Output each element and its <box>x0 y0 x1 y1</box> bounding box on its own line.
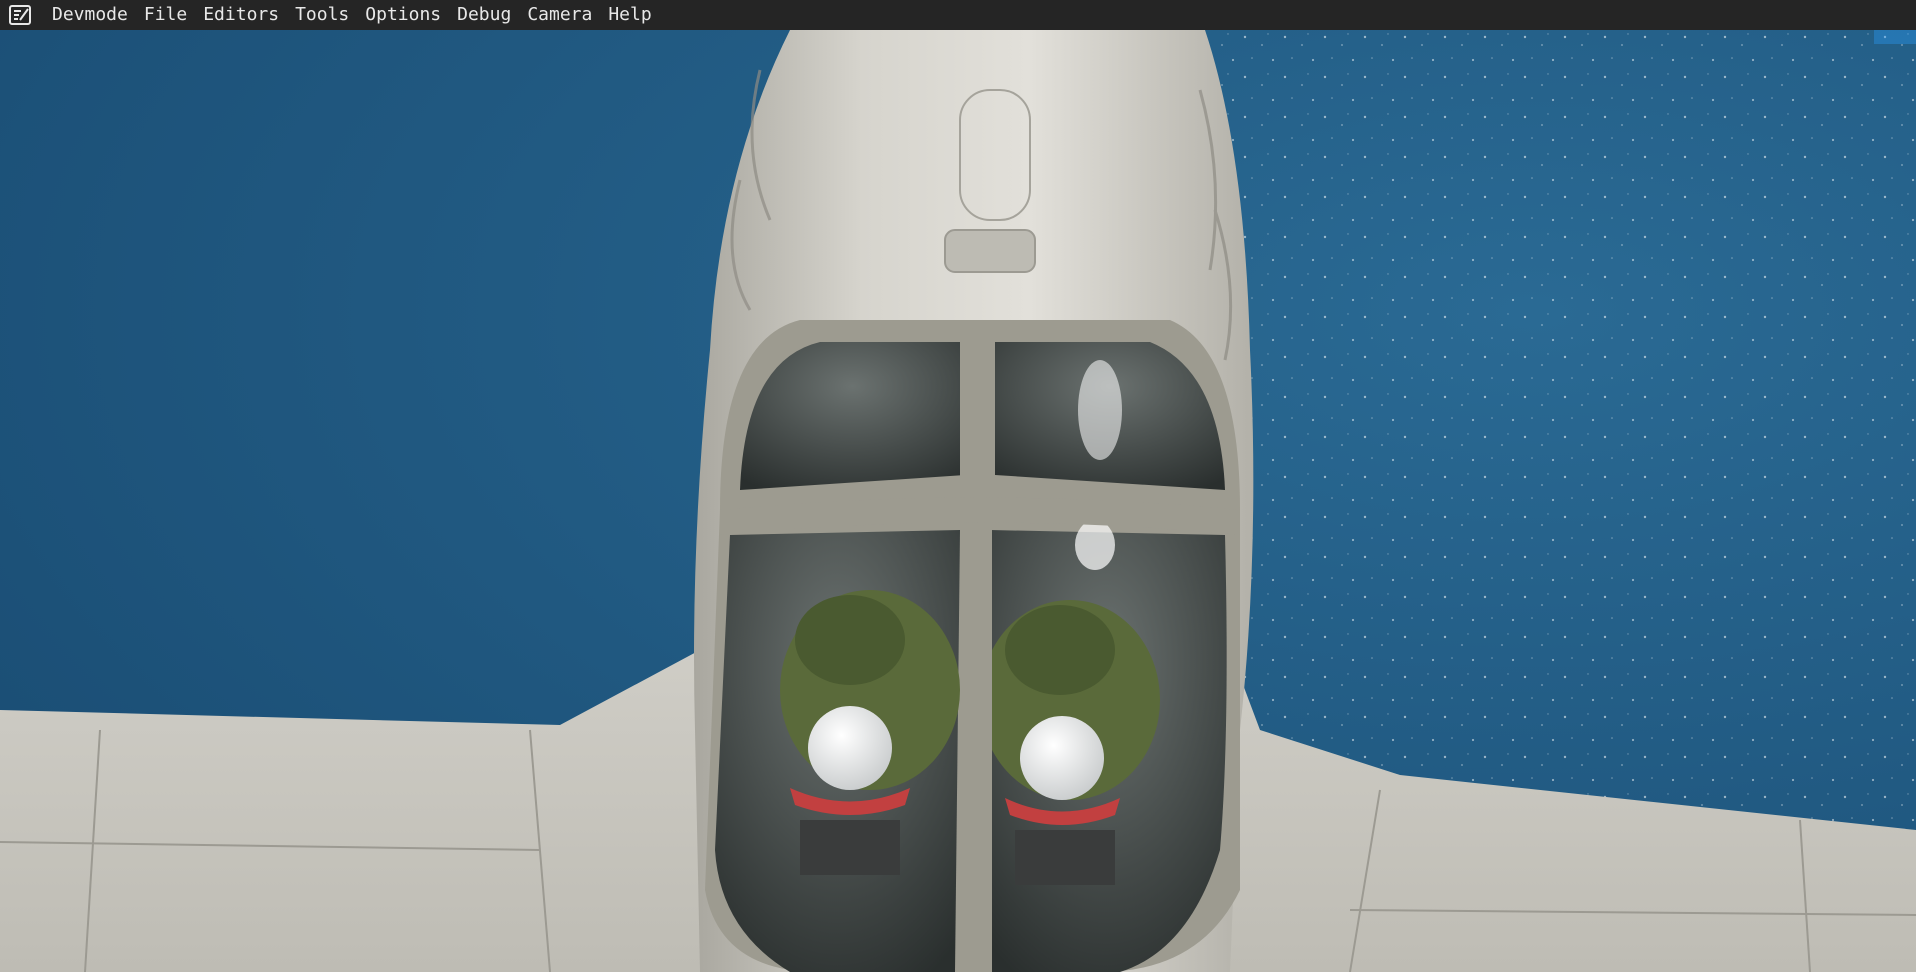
corner-indicator <box>1874 30 1916 44</box>
menu-options[interactable]: Options <box>357 0 449 30</box>
ocean-glint <box>1220 30 1916 850</box>
menu-camera[interactable]: Camera <box>519 0 600 30</box>
pilot-helmet-right <box>1020 716 1104 800</box>
devmode-logo-icon[interactable] <box>8 4 32 26</box>
menu-devmode[interactable]: Devmode <box>44 0 136 30</box>
menu-file[interactable]: File <box>136 0 195 30</box>
menu-debug[interactable]: Debug <box>449 0 519 30</box>
canopy-center-bar <box>960 320 992 972</box>
aircraft-scene <box>0 30 1916 972</box>
menu-editors[interactable]: Editors <box>195 0 287 30</box>
simulator-viewport[interactable] <box>0 30 1916 972</box>
canopy-glare-upper <box>1078 360 1122 460</box>
canopy-glare-lower <box>1075 520 1115 570</box>
pilot-helmet-left <box>808 706 892 790</box>
menu-help[interactable]: Help <box>600 0 659 30</box>
windshield-vent <box>944 229 1036 273</box>
menu-tools[interactable]: Tools <box>287 0 357 30</box>
menu-bar: Devmode File Editors Tools Options Debug… <box>0 0 1916 30</box>
